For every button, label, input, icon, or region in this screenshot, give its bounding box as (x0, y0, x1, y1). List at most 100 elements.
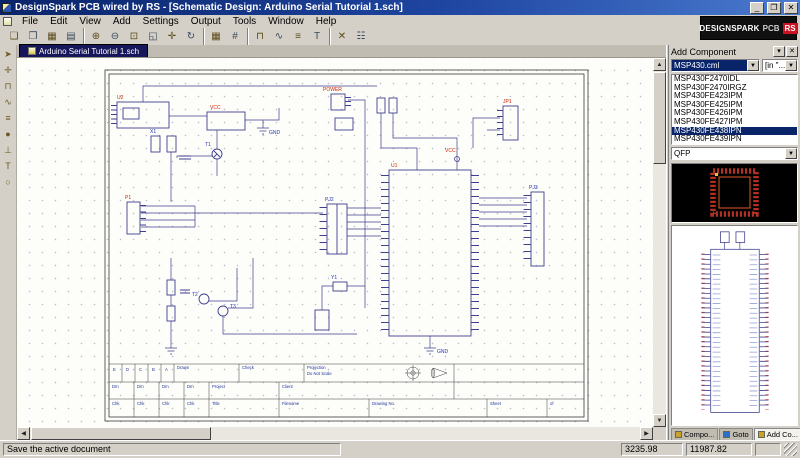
maximize-button[interactable]: ❐ (767, 2, 781, 14)
redraw-icon[interactable]: ↻ (182, 29, 200, 45)
scroll-down-button[interactable]: ▼ (653, 414, 666, 427)
save-icon[interactable]: ▦ (43, 29, 61, 45)
open-file-icon[interactable]: ❐ (24, 29, 42, 45)
scroll-track[interactable] (211, 427, 640, 440)
library-combo[interactable]: MSP430.cml ▼ (671, 59, 760, 72)
component-list-item[interactable]: MSP430FE439IPN (672, 135, 797, 144)
toolbar-group: ❏❐▦▤ (2, 28, 83, 45)
schematic-label: PJ2 (325, 197, 334, 203)
zoom-full-icon[interactable]: ◱ (144, 29, 162, 45)
title-block-label: of (550, 401, 554, 406)
schematic-label: X1 (150, 129, 156, 135)
add-text-tool-icon[interactable]: T (1, 159, 16, 174)
toolbar-group: ⊕⊖⊡◱✛↻ (83, 28, 203, 45)
menu-output[interactable]: Output (185, 15, 227, 28)
panel-tab-goto[interactable]: Goto (719, 428, 752, 440)
close-button[interactable]: ✕ (784, 2, 798, 14)
horizontal-scrollbar[interactable]: ◀ ▶ (17, 427, 653, 440)
package-combo-value: QFP (672, 148, 785, 159)
vertical-scroll-thumb[interactable] (653, 72, 666, 164)
snap-icon[interactable]: # (226, 29, 244, 45)
zoom-window-icon[interactable]: ⊡ (125, 29, 143, 45)
title-block-label: Chk (162, 401, 170, 406)
add-wire-icon[interactable]: ∿ (270, 29, 288, 45)
panel-close-icon[interactable]: ✕ (786, 46, 798, 57)
schematic-label: POWER (323, 87, 342, 93)
add-component-icon[interactable]: ⊓ (251, 29, 269, 45)
menu-tools[interactable]: Tools (227, 15, 262, 28)
menu-edit[interactable]: Edit (44, 15, 73, 28)
add-component-tool-icon[interactable]: ⊓ (1, 79, 16, 94)
pan-icon[interactable]: ✛ (163, 29, 181, 45)
panel-tab-icon (758, 431, 765, 438)
component-list[interactable]: MSP430F2470IDLMSP430F2470IRGZMSP430FE423… (671, 74, 798, 145)
chevron-down-icon[interactable]: ▼ (785, 148, 797, 159)
library-filter-row: MSP430.cml ▼ [in "..."] ▼ (669, 58, 800, 73)
title-block-label: Chk (137, 401, 145, 406)
panel-tab-addco[interactable]: Add Co... (754, 428, 800, 440)
print-icon[interactable]: ▤ (62, 29, 80, 45)
add-bus-tool-icon[interactable]: ≡ (1, 111, 16, 126)
add-wire-tool-icon[interactable]: ∿ (1, 95, 16, 110)
menu-settings[interactable]: Settings (137, 15, 185, 28)
add-junction-tool-icon[interactable]: ● (1, 127, 16, 142)
chevron-down-icon[interactable]: ▼ (747, 60, 759, 71)
add-shape-tool-icon[interactable]: ○ (1, 175, 16, 190)
package-row: QFP ▼ (669, 146, 800, 161)
chevron-down-icon[interactable]: ▼ (785, 60, 797, 71)
panel-tab-compo[interactable]: Compo... (671, 428, 718, 440)
msp430-symbol (672, 226, 797, 425)
filter-combo[interactable]: [in "..."] ▼ (762, 59, 798, 72)
schematic-label: T3 (230, 304, 236, 310)
title-block-label: Project (212, 384, 226, 389)
schematic-canvas[interactable]: POWERVCCU2X1T1U1JP1P1PJ2PJ3T2T3Y1VCCGNDG… (17, 58, 653, 427)
minimize-button[interactable]: _ (750, 2, 764, 14)
title-block-label: Chk (112, 401, 120, 406)
qfp-footprint (672, 164, 797, 222)
resize-grip[interactable] (784, 443, 797, 456)
new-file-icon[interactable]: ❏ (5, 29, 23, 45)
title-block-label: A (165, 367, 168, 372)
document-tab[interactable]: Arduino Serial Tutorial 1.sch (19, 44, 148, 57)
scroll-right-button[interactable]: ▶ (640, 427, 653, 440)
child-window-icon[interactable] (3, 17, 12, 26)
status-bar: Save the active document 3235.98 11987.8… (0, 440, 800, 458)
panel-tab-label: Compo... (684, 430, 714, 439)
schematic-label: VCC (210, 105, 221, 111)
title-block-label: Drn (162, 384, 169, 389)
status-blank (755, 443, 781, 456)
panel-tab-icon (675, 431, 682, 438)
menu-view[interactable]: View (73, 15, 107, 28)
add-power-tool-icon[interactable]: ⊥ (1, 143, 16, 158)
schematic-wires (141, 86, 527, 348)
select-tool-icon[interactable]: ➤ (1, 47, 16, 62)
scroll-up-button[interactable]: ▲ (653, 58, 666, 71)
zoom-in-icon[interactable]: ⊕ (87, 29, 105, 45)
schematic-label: PJ3 (529, 185, 538, 191)
grid-icon[interactable]: ▦ (207, 29, 225, 45)
title-bar: DesignSpark PCB wired by RS - [Schematic… (0, 0, 800, 15)
pan-tool-icon[interactable]: ✛ (1, 63, 16, 78)
vertical-scrollbar[interactable]: ▲ ▼ (653, 58, 666, 427)
menu-file[interactable]: File (16, 15, 44, 28)
menu-bar: FileEditViewAddSettingsOutputToolsWindow… (0, 15, 800, 28)
package-combo[interactable]: QFP ▼ (671, 147, 798, 160)
scroll-left-button[interactable]: ◀ (17, 427, 30, 440)
menu-add[interactable]: Add (107, 15, 137, 28)
menu-window[interactable]: Window (262, 15, 310, 28)
document-tab-bar: Arduino Serial Tutorial 1.sch (17, 45, 666, 58)
delete-icon[interactable]: ✕ (333, 29, 351, 45)
add-text-icon[interactable]: T (308, 29, 326, 45)
add-bus-icon[interactable]: ≡ (289, 29, 307, 45)
side-toolbar: ➤✛⊓∿≡●⊥T○ (0, 45, 17, 440)
menu-help[interactable]: Help (310, 15, 343, 28)
horizontal-scroll-thumb[interactable] (31, 427, 211, 440)
rs-logo: RS (783, 23, 798, 34)
panel-title: Add Component (671, 47, 772, 57)
library-icon[interactable]: ☷ (352, 29, 370, 45)
panel-menu-icon[interactable]: ▾ (773, 46, 785, 57)
schematic-components (114, 94, 544, 336)
title-block-label: E (113, 367, 116, 372)
zoom-out-icon[interactable]: ⊖ (106, 29, 124, 45)
logo-text: DESIGNSPARK (699, 24, 759, 33)
